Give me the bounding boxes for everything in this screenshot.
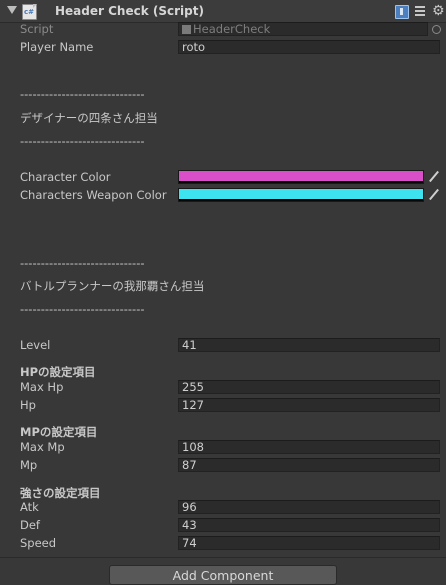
max-hp-label: Max Hp bbox=[20, 380, 64, 394]
atk-field[interactable]: 96 bbox=[178, 500, 440, 514]
weapon-color-label: Characters Weapon Color bbox=[20, 188, 167, 202]
eyedropper-icon[interactable] bbox=[428, 188, 440, 202]
gear-icon[interactable]: ⚙ bbox=[432, 4, 445, 18]
separator-text: ------------------------------ bbox=[20, 87, 145, 101]
mp-group-header: MPの設定項目 bbox=[20, 425, 98, 439]
presets-icon[interactable] bbox=[414, 5, 426, 17]
level-label: Level bbox=[20, 338, 51, 352]
max-hp-field[interactable]: 255 bbox=[178, 380, 440, 394]
component-title: Header Check (Script) bbox=[55, 4, 204, 18]
add-component-button[interactable]: Add Component bbox=[109, 565, 337, 585]
speed-label: Speed bbox=[20, 536, 57, 550]
def-field[interactable]: 43 bbox=[178, 518, 440, 532]
eyedropper-icon[interactable] bbox=[428, 170, 440, 184]
battle-planner-header: バトルプランナーの我那覇さん担当 bbox=[20, 279, 205, 293]
script-asset-icon bbox=[182, 25, 191, 34]
character-color-label: Character Color bbox=[20, 170, 111, 184]
separator-text: ------------------------------ bbox=[20, 302, 145, 316]
hp-field[interactable]: 127 bbox=[178, 398, 440, 412]
player-name-label: Player Name bbox=[20, 40, 94, 54]
foldout-arrow-icon[interactable] bbox=[7, 6, 17, 14]
speed-field[interactable]: 74 bbox=[178, 536, 440, 550]
mp-field[interactable]: 87 bbox=[178, 458, 440, 472]
mp-label: Mp bbox=[20, 458, 38, 472]
component-header[interactable]: c# Header Check (Script) ⚙ bbox=[0, 0, 446, 23]
inspector-divider bbox=[0, 557, 446, 558]
script-field[interactable]: HeaderCheck bbox=[178, 22, 428, 36]
weapon-color-field[interactable] bbox=[178, 188, 424, 202]
designer-header: デザイナーの四条さん担当 bbox=[20, 111, 158, 125]
strength-group-header: 強さの設定項目 bbox=[20, 486, 101, 500]
def-label: Def bbox=[20, 518, 40, 532]
separator-text: ------------------------------ bbox=[20, 134, 145, 148]
player-name-field[interactable]: roto bbox=[178, 40, 440, 54]
script-value: HeaderCheck bbox=[193, 22, 271, 36]
level-field[interactable]: 41 bbox=[178, 338, 440, 352]
separator-text: ------------------------------ bbox=[20, 256, 145, 270]
max-mp-label: Max Mp bbox=[20, 440, 65, 454]
max-mp-field[interactable]: 108 bbox=[178, 440, 440, 454]
character-color-field[interactable] bbox=[178, 170, 424, 184]
hp-label: Hp bbox=[20, 398, 36, 412]
object-picker-icon[interactable] bbox=[432, 25, 441, 34]
atk-label: Atk bbox=[20, 500, 39, 514]
script-label: Script bbox=[20, 22, 54, 36]
hp-group-header: HPの設定項目 bbox=[20, 365, 96, 379]
cs-script-icon: c# bbox=[22, 4, 37, 20]
help-book-icon[interactable] bbox=[395, 5, 409, 19]
